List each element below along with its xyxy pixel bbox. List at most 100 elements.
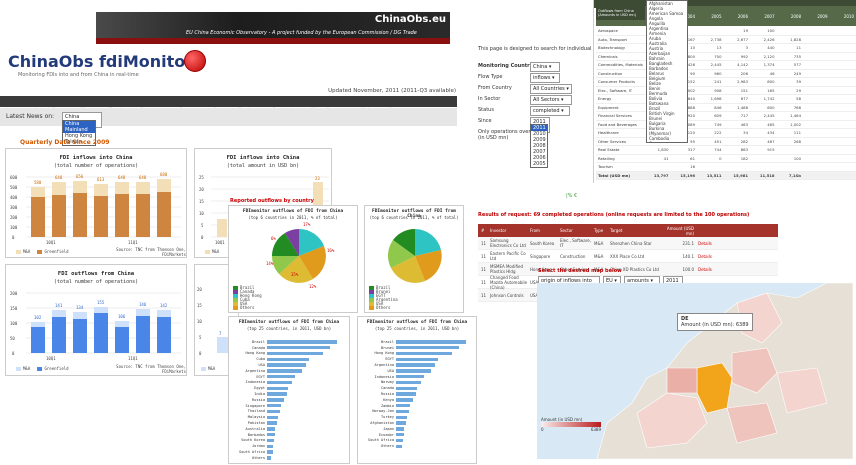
results-cell: South Korea bbox=[530, 240, 555, 246]
tick: 20 bbox=[197, 287, 202, 292]
sector-value: 3 bbox=[745, 45, 748, 51]
hbar-label: Russia bbox=[381, 392, 394, 397]
details-link[interactable]: Details bbox=[694, 241, 712, 246]
legend-max: 6389 bbox=[590, 427, 601, 432]
site-banner: ChinaObs.eu EU China Economic Observator… bbox=[96, 12, 450, 44]
sector-value: 19 bbox=[743, 28, 748, 34]
results-row[interactable]: 11 Samsung Electronics Co Ltd South Korea E… bbox=[478, 237, 778, 250]
year-option[interactable]: 2005 bbox=[531, 161, 547, 167]
country-list[interactable]: Afghanistan Algeria American Samoa Angola An… bbox=[646, 0, 688, 143]
results-title: Results of request: 69 completed operati… bbox=[478, 212, 750, 218]
sector-value: 800 bbox=[767, 79, 775, 85]
hbar-bar bbox=[396, 415, 408, 419]
hbar-label: Hong Kong bbox=[374, 351, 394, 356]
sector-select[interactable]: All Sectors ▾ bbox=[530, 95, 572, 105]
sector-value: 1,002 bbox=[790, 121, 801, 127]
monitoring-country-select[interactable]: China ▾ bbox=[530, 62, 560, 72]
sector-value: 151 bbox=[740, 87, 748, 93]
sector-value: 2,445 bbox=[710, 62, 722, 68]
hbar-label: Egypt bbox=[254, 386, 265, 391]
details-link[interactable]: Details bbox=[694, 254, 712, 259]
sector-value: 2,677 bbox=[737, 36, 748, 42]
sector-value: 749 bbox=[714, 121, 722, 127]
hbar-bar bbox=[396, 380, 421, 385]
from-country-select[interactable]: All Countries ▾ bbox=[530, 84, 572, 94]
site-logo[interactable]: ChinaObs fdiMonitor Monitoring FDIs into… bbox=[8, 52, 193, 78]
x-tick: 11Q1 bbox=[128, 356, 138, 361]
sector-name: Other Services bbox=[598, 138, 626, 144]
tooltip-value: Amount (in USD mn): 6389 bbox=[681, 322, 749, 328]
tick: 0 bbox=[199, 351, 202, 356]
sector-value: 1,486 bbox=[737, 104, 748, 110]
pie-label: 6% bbox=[271, 236, 276, 241]
legend-item: M&A bbox=[208, 366, 216, 371]
hbar-label: Jordan bbox=[252, 444, 265, 449]
pie-label: 12% bbox=[309, 284, 317, 289]
hbar-label: Russia bbox=[252, 397, 265, 402]
tick: 200 bbox=[10, 215, 18, 220]
sector-value: 467 bbox=[767, 138, 775, 144]
hbar-bar bbox=[396, 403, 410, 408]
sector-name: Food and Beverages bbox=[598, 121, 637, 127]
banner-title: ChinaObs.eu bbox=[374, 14, 446, 25]
legend-item: M&A bbox=[23, 366, 31, 371]
status-select[interactable]: completed ▾ bbox=[530, 106, 570, 116]
hbar-bar bbox=[396, 421, 406, 425]
logo-tagline: Monitoring FDIs into and from China in r… bbox=[18, 72, 139, 78]
sector-value: 0 bbox=[719, 155, 722, 161]
map-svg bbox=[596, 283, 853, 459]
hbar-bar bbox=[396, 340, 466, 344]
legend-item: Greenfield bbox=[44, 249, 69, 254]
sector-value: 846 bbox=[714, 104, 722, 110]
sector-row: Energy8606401,6986771,74258 bbox=[596, 95, 856, 104]
legend: M&A bbox=[201, 366, 215, 371]
hbar-bar bbox=[267, 415, 279, 419]
sector-value: 268 bbox=[793, 138, 801, 144]
legend-min: 0 bbox=[541, 427, 544, 432]
flow-type-select[interactable]: inflows ▾ bbox=[530, 73, 560, 83]
details-link[interactable]: Details bbox=[694, 267, 712, 272]
pie-chart-2: FDImonitor outflows of FDI from China (t… bbox=[364, 205, 464, 313]
bar-label: 640 bbox=[55, 175, 63, 180]
news-option[interactable]: China Mainland bbox=[63, 121, 95, 133]
sector-row: Financial Services4,8289206097172,4451,4… bbox=[596, 112, 856, 121]
sector-value: 15,196 bbox=[680, 172, 695, 178]
hbar-bar bbox=[396, 438, 403, 443]
hbar-label: Argentina bbox=[374, 363, 394, 368]
bar-label: 146 bbox=[139, 302, 147, 307]
europe-map[interactable]: DE Amount (in USD mn): 6389 Amount (in U… bbox=[537, 283, 853, 459]
updated-notice: Updated November, 2011 (2011-Q3 availabl… bbox=[328, 88, 456, 94]
sector-value: 4,142 bbox=[737, 62, 748, 68]
hbar-bar bbox=[267, 392, 287, 396]
country-option[interactable]: Cameroon bbox=[647, 141, 687, 142]
pie-chart-1: FDImonitor outflows of FDI from China (t… bbox=[228, 205, 358, 313]
sector-row: Auto, Transport1,4911,1672,7382,6772,426… bbox=[596, 36, 856, 44]
tick: 150 bbox=[10, 306, 18, 311]
sector-value: 2,738 bbox=[710, 36, 722, 42]
sector-value: 1,698 bbox=[710, 96, 722, 102]
hbar-bar bbox=[396, 363, 435, 367]
sector-value: 700 bbox=[714, 53, 722, 59]
country-option[interactable]: Burkina (Myanmar) bbox=[647, 126, 687, 136]
sector-row: Retailing 41 61 0 182 100 bbox=[596, 155, 856, 163]
legend: M&A bbox=[205, 249, 219, 254]
hbar-label: Brazil bbox=[252, 339, 265, 344]
x-tick: 10Q1 bbox=[46, 356, 56, 361]
hbar-bar bbox=[396, 398, 413, 402]
results-row[interactable]: 11 Eastern Pacific Co Ltd Singapore Constru… bbox=[478, 250, 778, 263]
results-cell: Johnson Controls bbox=[490, 292, 524, 298]
hbar-bar bbox=[267, 421, 277, 425]
legend-item: M&A bbox=[23, 249, 31, 254]
hbar-bar bbox=[267, 374, 295, 379]
results-cell: 231.1 bbox=[682, 240, 694, 246]
sector-value: 434 bbox=[767, 130, 775, 136]
hbar-bar bbox=[267, 351, 323, 356]
tick: 400 bbox=[10, 195, 18, 200]
sector-name: Retailing bbox=[598, 155, 615, 161]
hbar-bar bbox=[396, 409, 409, 414]
sector-name: Healthcare bbox=[598, 130, 619, 136]
select-value: All Countries bbox=[533, 86, 565, 92]
hbar-row: Others bbox=[360, 443, 476, 449]
year-header-cell: 2008 bbox=[790, 13, 801, 19]
hbar-bar bbox=[267, 346, 330, 350]
